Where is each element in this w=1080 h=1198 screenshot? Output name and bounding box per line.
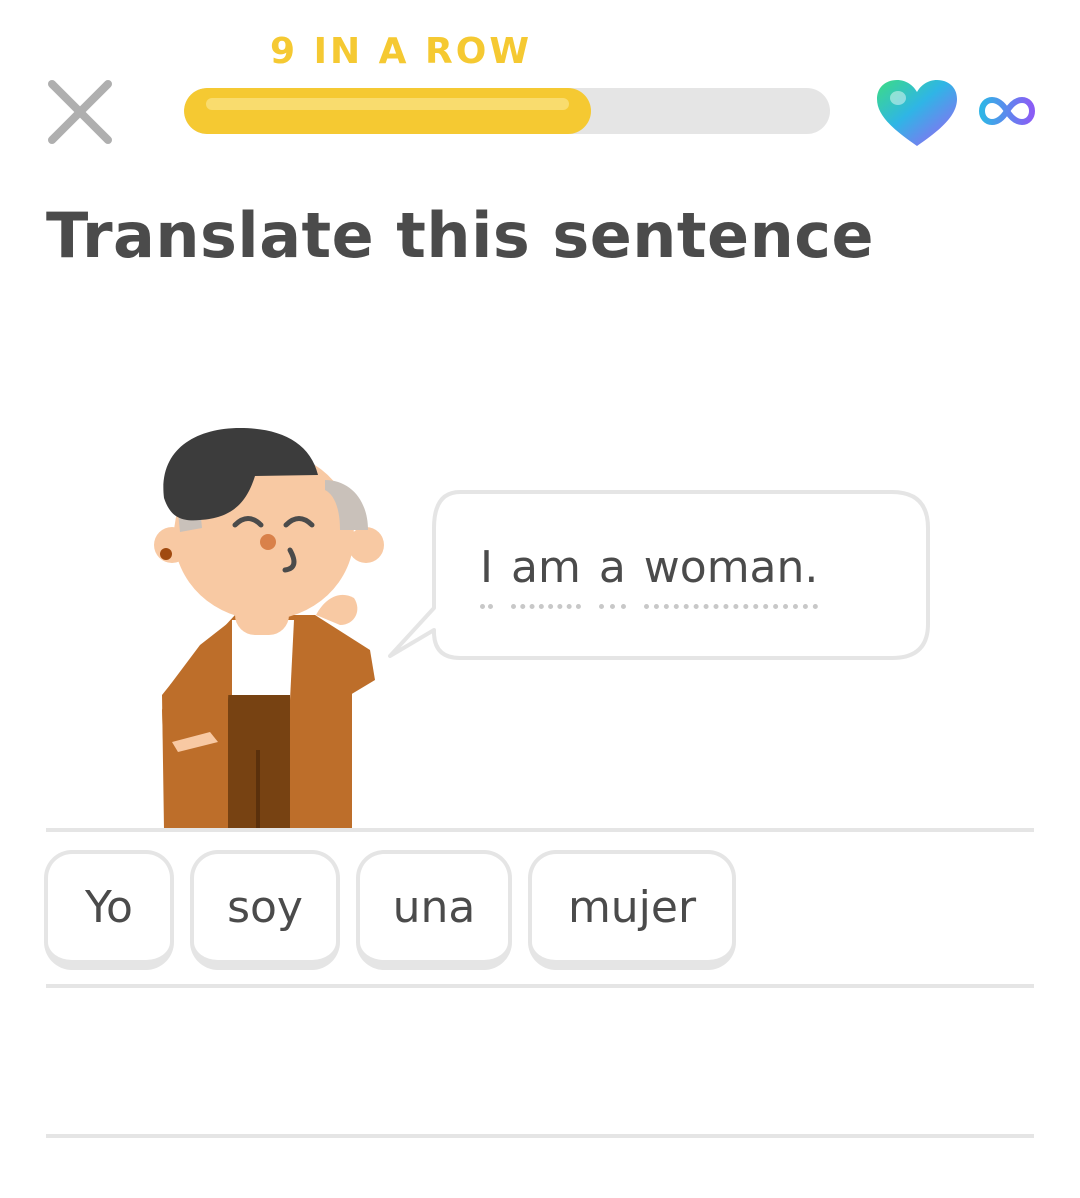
streak-label: 9 IN A ROW (270, 31, 533, 72)
word-bank: Yo soy una mujer (44, 850, 736, 970)
progress-fill (184, 88, 591, 134)
page-title: Translate this sentence (46, 199, 875, 272)
prompt-word[interactable]: am (510, 542, 581, 609)
prompt-word[interactable]: a (598, 542, 626, 609)
close-button[interactable] (44, 76, 116, 148)
answer-line (46, 828, 1034, 832)
character-illustration (154, 428, 384, 830)
prompt-word[interactable]: I (480, 542, 493, 609)
progress-bar (184, 88, 830, 134)
answer-line (46, 1134, 1034, 1138)
heart-icon[interactable] (874, 78, 960, 148)
word-chip[interactable]: soy (190, 850, 340, 970)
infinity-icon (978, 96, 1036, 126)
speech-bubble: I am a woman. (388, 490, 932, 662)
word-chip[interactable]: Yo (44, 850, 174, 970)
close-icon (48, 80, 112, 144)
word-chip[interactable]: una (356, 850, 512, 970)
progress-shine (206, 98, 569, 110)
answer-line (46, 984, 1034, 988)
prompt-word[interactable]: woman. (643, 542, 819, 609)
lesson-screen: 9 IN A ROW Translate this sentence I am … (0, 0, 1080, 1198)
prompt-sentence: I am a woman. (480, 542, 819, 609)
word-chip[interactable]: mujer (528, 850, 736, 970)
